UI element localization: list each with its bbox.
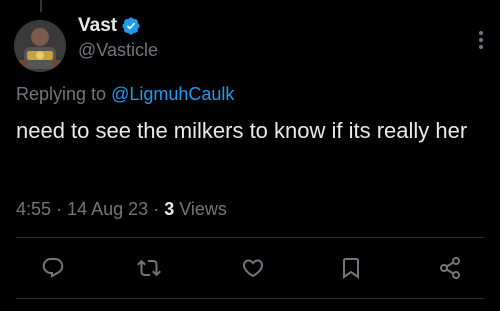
author-name-row[interactable]: Vast bbox=[78, 14, 141, 38]
replying-to-mention[interactable]: @LigmuhCaulk bbox=[111, 84, 234, 104]
avatar-image bbox=[14, 20, 66, 72]
action-bar bbox=[0, 250, 500, 286]
author-handle[interactable]: @Vasticle bbox=[78, 40, 158, 61]
verified-badge-icon[interactable] bbox=[121, 16, 141, 36]
meta-separator: · bbox=[153, 199, 160, 219]
share-button[interactable] bbox=[437, 255, 463, 281]
views-count[interactable]: 3 bbox=[164, 199, 174, 219]
reply-icon bbox=[42, 258, 64, 278]
replying-to-prefix: Replying to bbox=[16, 84, 107, 104]
divider bbox=[16, 237, 484, 238]
heart-icon bbox=[242, 259, 264, 278]
tweet-text: need to see the milkers to know if its r… bbox=[16, 118, 468, 143]
views-label[interactable]: Views bbox=[179, 199, 227, 219]
display-name[interactable]: Vast bbox=[78, 15, 117, 37]
avatar[interactable] bbox=[14, 20, 66, 72]
meta-separator: · bbox=[56, 199, 63, 219]
bookmark-icon bbox=[343, 258, 359, 279]
divider bbox=[16, 298, 484, 299]
thread-line bbox=[40, 0, 42, 12]
bookmark-button[interactable] bbox=[338, 255, 364, 281]
reply-button[interactable] bbox=[40, 255, 66, 281]
tweet-time[interactable]: 4:55 bbox=[16, 199, 51, 219]
share-icon bbox=[440, 257, 460, 279]
more-options-icon[interactable] bbox=[476, 28, 486, 52]
retweet-button[interactable] bbox=[136, 255, 162, 281]
replying-to: Replying to @LigmuhCaulk bbox=[16, 84, 234, 105]
tweet-meta: 4:55 · 14 Aug 23 · 3 Views bbox=[16, 199, 227, 220]
retweet-icon bbox=[137, 259, 161, 277]
like-button[interactable] bbox=[240, 255, 266, 281]
tweet-date[interactable]: 14 Aug 23 bbox=[67, 199, 148, 219]
